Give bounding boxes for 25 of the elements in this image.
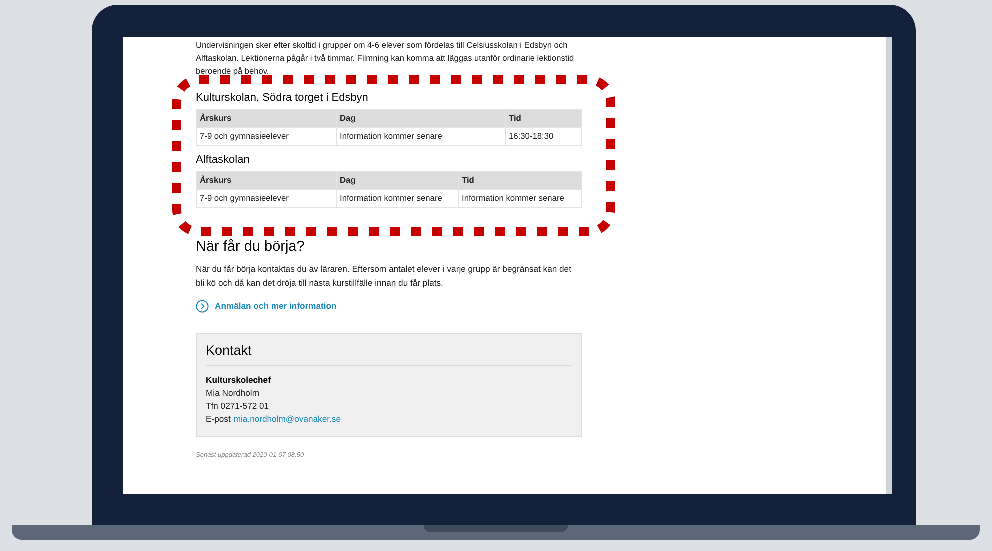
column-header: Årskurs (196, 110, 336, 128)
chevron-circle-icon (196, 300, 209, 313)
email-label: E-post (206, 413, 231, 426)
intro-paragraph: Undervisningen sker efter skoltid i grupper om 4-6 elever som fördelas till Celsiusskolan i Edsbyn och Alftaskolan. Lektionerna pågår i två timmar. Filmning kan komma att läggas utanför ordinarie lektionstid beroende på behov. (196, 39, 576, 78)
column-header: Dag (336, 172, 458, 190)
table-cell: 7-9 och gymnasieelever (196, 128, 336, 146)
table-cell: 7-9 och gymnasieelever (196, 190, 336, 208)
column-header: Tid (458, 172, 582, 190)
section-heading: Alftaskolan (196, 153, 251, 167)
info-link[interactable]: Anmälan och mer information (196, 300, 582, 313)
contact-name: Mia Nordholm (206, 387, 260, 400)
contact-role: Kulturskolechef (206, 374, 272, 387)
table-cell: 16:30-18:30 (506, 128, 582, 146)
table-cell: Information kommer senare (336, 190, 458, 208)
column-header: Årskurs (196, 172, 336, 190)
table-cell: Information kommer senare (458, 190, 582, 208)
email-link[interactable]: mia.nordholm@ovanaker.se (234, 413, 341, 426)
contact-phone: Tfn 0271-572 01 (206, 400, 270, 413)
section-heading: När får du börja? (196, 238, 306, 256)
body-paragraph: När du får börja kontaktas du av läraren. Eftersom antalet elever i varje grupp är begränsat kan det bli kö och då kan det dröja till nästa kurstillfälle innan du får plats. (196, 263, 572, 290)
contact-heading: Kontakt (206, 342, 572, 366)
section-heading: Kulturskolan, Södra torget i Edsbyn (196, 91, 370, 105)
column-header: Dag (336, 110, 506, 128)
column-header: Tid (506, 110, 582, 128)
table-cell: Information kommer senare (336, 128, 506, 146)
